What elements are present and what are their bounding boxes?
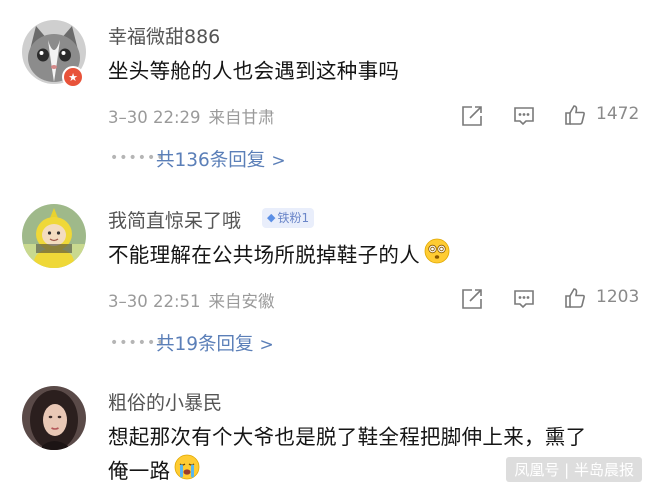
woman-portrait-avatar-icon [22, 386, 86, 450]
watermark: 凤凰号 | 半岛晨报 [506, 457, 642, 482]
comment-text: 不能理解在公共场所脱掉鞋子的人 [108, 238, 640, 274]
diamond-icon: ◆ [267, 211, 276, 224]
crying-face-emoji-icon [174, 454, 200, 490]
avatar[interactable] [22, 386, 86, 450]
comment-time: 3–30 22:51 [108, 292, 201, 311]
fan-badge-label: 铁粉1 [277, 211, 310, 225]
teletubby-avatar-icon [22, 204, 86, 268]
replies-label: 共136条回复 [156, 150, 266, 171]
comment-text-body: 俺一路 [108, 459, 171, 483]
comment-location: 来自安徽 [208, 292, 275, 311]
chevron-right-icon: > [271, 151, 286, 171]
fan-badge[interactable]: ◆ 铁粉1 [262, 208, 315, 228]
username[interactable]: 我简直惊呆了哦 [108, 206, 241, 233]
like-count: 1203 [596, 287, 640, 307]
comment-meta: 3–30 22:29 来自甘肃 [108, 104, 275, 128]
like-icon[interactable] [563, 286, 587, 310]
verified-badge-icon: ★ [62, 66, 84, 88]
like-icon[interactable] [563, 103, 587, 127]
comment-text: 坐头等舱的人也会遇到这种事吗 [108, 59, 400, 83]
like-count: 1472 [596, 104, 640, 124]
comment-location: 来自甘肃 [208, 108, 275, 127]
username[interactable]: 幸福微甜886 [108, 22, 220, 49]
share-icon[interactable] [460, 104, 484, 128]
replies-label: 共19条回复 [156, 334, 254, 355]
share-icon[interactable] [460, 287, 484, 311]
comment-text-body: 不能理解在公共场所脱掉鞋子的人 [108, 243, 420, 267]
comment-text-line: 想起那次有个大爷也是脱了鞋全程把脚伸上来，熏了 [108, 425, 587, 449]
comment-icon[interactable] [512, 104, 536, 128]
comment-time: 3–30 22:29 [108, 108, 201, 127]
comment-icon[interactable] [512, 287, 536, 311]
chevron-right-icon: > [259, 335, 274, 355]
username[interactable]: 粗俗的小暴民 [108, 388, 222, 415]
shocked-face-emoji-icon [424, 238, 450, 274]
avatar[interactable] [22, 204, 86, 268]
view-replies-link[interactable]: 共136条回复 > [156, 146, 286, 172]
comment-meta: 3–30 22:51 来自安徽 [108, 288, 275, 312]
view-replies-link[interactable]: 共19条回复 > [156, 330, 274, 356]
